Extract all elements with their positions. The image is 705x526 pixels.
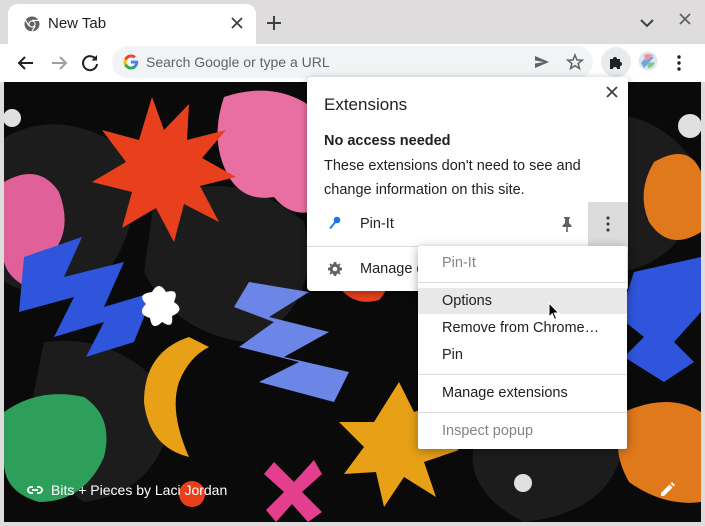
omnibox-placeholder: Search Google or type a URL — [146, 54, 330, 70]
tab-title: New Tab — [48, 15, 107, 32]
menu-separator — [418, 282, 627, 283]
plus-icon[interactable] — [264, 13, 284, 33]
section-description: These extensions don't need to see and c… — [324, 158, 581, 198]
background-attribution[interactable]: Bits + Pieces by Laci Jordan — [26, 480, 227, 500]
avatar[interactable] — [638, 51, 658, 71]
menu-item-remove[interactable]: Remove from Chrome… — [418, 315, 627, 341]
gear-icon — [328, 262, 342, 276]
close-icon[interactable] — [603, 83, 621, 101]
kebab-icon — [606, 216, 610, 232]
title-bar: New Tab — [0, 0, 705, 44]
menu-item-header: Pin-It — [442, 255, 476, 271]
puzzle-icon — [610, 57, 622, 69]
chrome-icon — [24, 16, 40, 32]
mouse-pointer-icon — [548, 302, 560, 321]
back-arrow-icon[interactable] — [14, 51, 38, 75]
tab-new-tab[interactable]: New Tab — [8, 4, 256, 44]
extension-more-button[interactable] — [588, 202, 628, 246]
pin-icon[interactable] — [559, 215, 575, 233]
pin-it-icon — [329, 216, 341, 230]
pencil-icon[interactable] — [657, 480, 677, 500]
section-heading: No access needed — [324, 133, 451, 149]
extension-item[interactable]: Pin-It — [307, 202, 628, 246]
google-g-icon — [123, 54, 139, 70]
reload-icon[interactable] — [78, 51, 102, 75]
window-close-icon[interactable] — [677, 9, 693, 29]
menu-item-inspect-popup: Inspect popup — [442, 423, 534, 439]
menu-separator — [418, 412, 627, 413]
chevron-down-icon[interactable] — [638, 14, 656, 32]
attribution-text: Bits + Pieces by Laci Jordan — [51, 482, 228, 498]
forward-arrow-icon[interactable] — [47, 51, 71, 75]
context-menu: Pin-It Options Remove from Chrome… Pin M… — [418, 246, 627, 449]
popup-title: Extensions — [324, 95, 408, 114]
close-icon[interactable] — [228, 14, 246, 32]
omnibox[interactable]: Search Google or type a URL — [112, 46, 593, 78]
kebab-icon[interactable] — [672, 51, 686, 75]
send-icon[interactable] — [533, 53, 551, 71]
star-icon[interactable] — [566, 53, 584, 71]
menu-separator — [418, 374, 627, 375]
menu-item-pin[interactable]: Pin — [418, 342, 627, 368]
extensions-button[interactable] — [601, 47, 631, 77]
menu-item-manage-extensions[interactable]: Manage extensions — [418, 380, 627, 406]
extension-name: Pin-It — [360, 216, 394, 232]
link-icon — [27, 486, 43, 494]
menu-item-options[interactable]: Options — [418, 288, 627, 314]
